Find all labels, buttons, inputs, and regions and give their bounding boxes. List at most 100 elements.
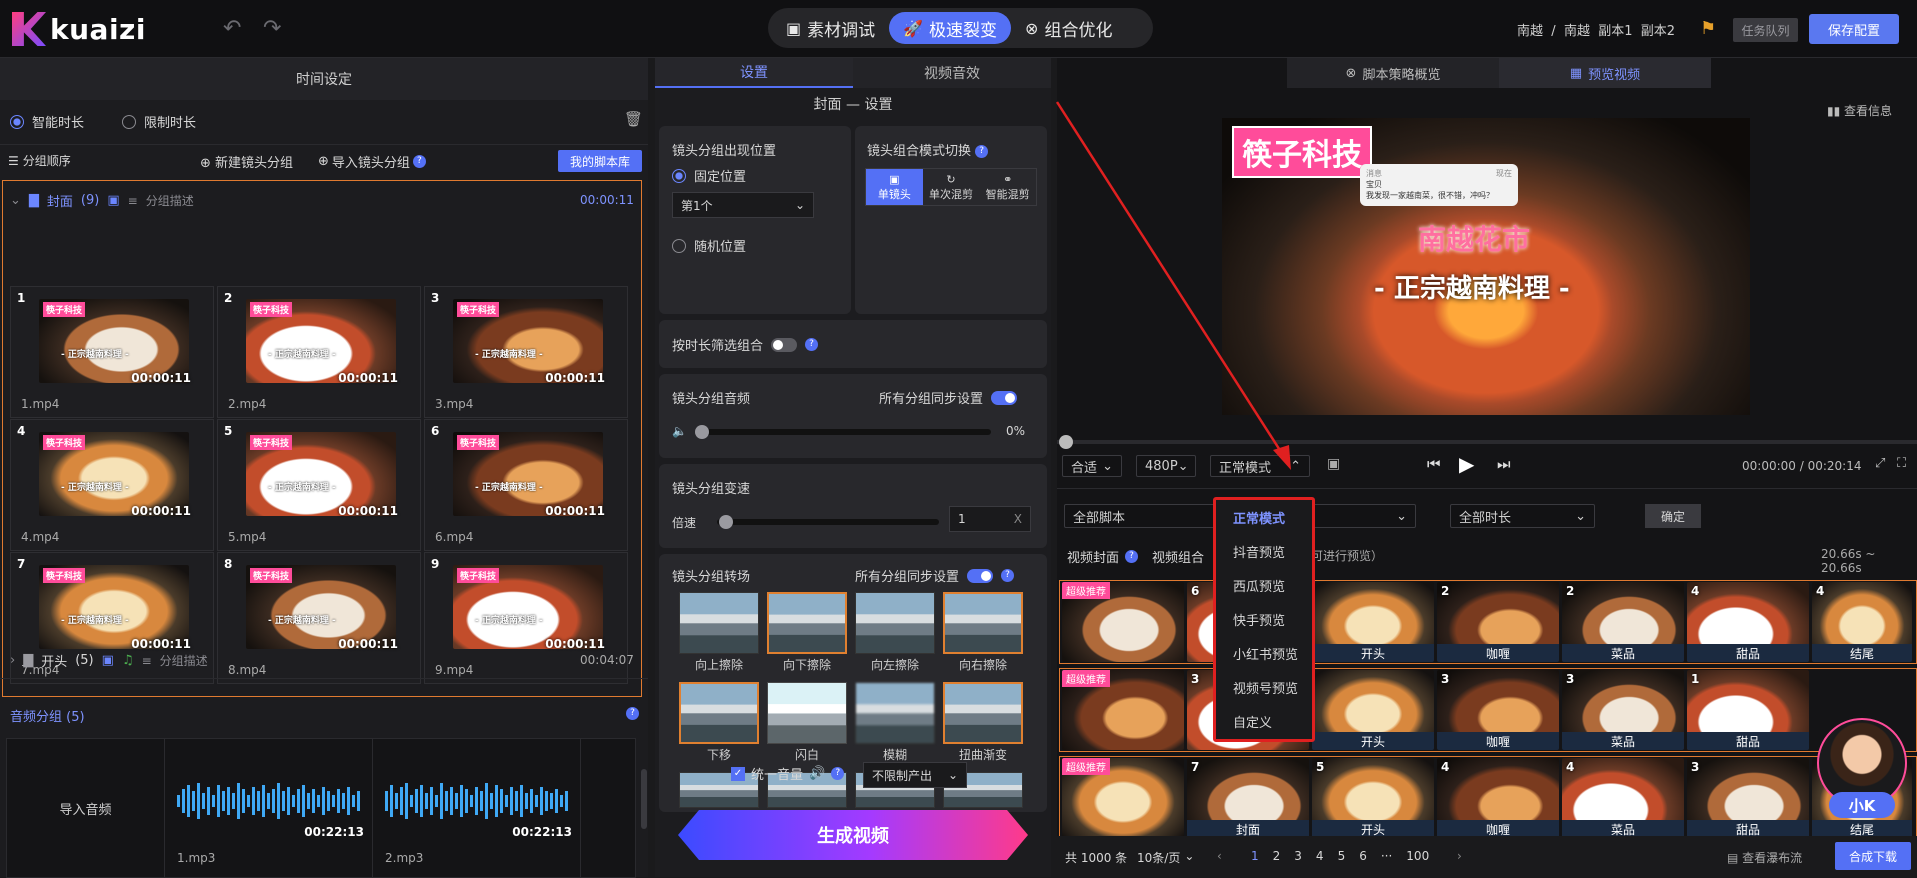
menu-item-normal[interactable]: 正常模式: [1216, 500, 1312, 534]
undo-icon[interactable]: ↶: [223, 16, 241, 41]
help-icon[interactable]: ?: [412, 155, 426, 168]
tab-settings[interactable]: 设置: [655, 58, 853, 88]
speed-knob[interactable]: [719, 515, 733, 529]
transition-sync-toggle[interactable]: [967, 568, 994, 583]
transition-thumb[interactable]: [679, 592, 759, 654]
menu-item-kuaishou[interactable]: 快手预览: [1216, 602, 1312, 636]
duration-filter-select[interactable]: 全部时长 ⌄: [1450, 504, 1595, 528]
menu-item-xigua[interactable]: 西瓜预览: [1216, 568, 1312, 602]
transition-thumb[interactable]: [855, 682, 935, 744]
assistant-avatar[interactable]: 小K: [1817, 718, 1907, 818]
transition-thumb[interactable]: [767, 592, 847, 654]
chevron-right-icon[interactable]: ›: [10, 653, 15, 668]
image-icon[interactable]: ▣: [102, 653, 114, 668]
help-icon[interactable]: ?: [1001, 569, 1015, 582]
next-page-icon[interactable]: ›: [1457, 849, 1462, 863]
position-select[interactable]: 第1个 ⌄: [672, 192, 814, 218]
opening-group-header[interactable]: › ▇ 开头 (5) ▣ ♫ ≡ 分组描述: [10, 651, 208, 670]
volume-slider[interactable]: [695, 425, 991, 439]
help-icon[interactable]: ?: [975, 145, 989, 158]
fullscreen-icon[interactable]: ⛶: [1897, 456, 1906, 471]
audio-help-icon[interactable]: ?: [626, 706, 639, 721]
clip-card[interactable]: 5 筷子科技 - 正宗越南料理 -00:00:11 5.mp4: [217, 419, 421, 551]
my-script-library-button[interactable]: 我的脚本库: [558, 150, 642, 172]
view-info-button[interactable]: ▮▮ 查看信息: [1827, 102, 1892, 119]
row-segment-thumb[interactable]: 4 结尾: [1812, 582, 1912, 662]
mode-material-debug[interactable]: ▣ 素材调试: [772, 12, 889, 44]
confirm-button[interactable]: 确定: [1645, 504, 1701, 528]
smart-mix-option[interactable]: ⚭ 智能混剪: [979, 169, 1036, 205]
row-segment-thumb[interactable]: 开头: [1312, 670, 1434, 750]
row-cover-thumb[interactable]: 超级推荐: [1062, 758, 1184, 838]
transition-thumb[interactable]: [679, 682, 759, 744]
tab-video-sfx[interactable]: 视频音效: [853, 58, 1051, 88]
row-segment-thumb[interactable]: 4 咖喱: [1437, 758, 1559, 838]
row-segment-thumb[interactable]: 3 甜品: [1687, 758, 1809, 838]
output-limit-select[interactable]: 不限制产出 ⌄: [863, 762, 967, 788]
row-segment-thumb[interactable]: 3 咖喱: [1437, 670, 1559, 750]
row-segment-thumb[interactable]: 3 菜品: [1562, 670, 1684, 750]
play-icon[interactable]: ▶: [1459, 452, 1474, 476]
audio-clip[interactable]: 00:22:13 1.mp3: [167, 739, 373, 877]
duration-filter-toggle[interactable]: [771, 337, 798, 352]
new-group-button[interactable]: ⊕ 新建镜头分组: [200, 152, 293, 171]
redo-icon[interactable]: ↷: [263, 16, 281, 41]
smart-duration-radio[interactable]: 智能时长: [10, 112, 84, 131]
image-icon[interactable]: ▣: [107, 193, 119, 208]
transition-thumb[interactable]: [943, 682, 1023, 744]
chevron-down-icon[interactable]: ⌄: [10, 193, 21, 208]
volume-knob[interactable]: [695, 425, 709, 439]
trash-icon[interactable]: 🗑: [624, 110, 643, 128]
transition-thumb[interactable]: [943, 592, 1023, 654]
help-icon[interactable]: ?: [831, 767, 845, 780]
row-cover-thumb[interactable]: 超级推荐: [1062, 582, 1184, 662]
prev-page-icon[interactable]: ‹: [1217, 849, 1222, 863]
import-audio-button[interactable]: 导入音频: [7, 739, 165, 877]
row-segment-thumb[interactable]: 4 菜品: [1562, 758, 1684, 838]
task-queue-button[interactable]: 任务队列: [1733, 18, 1798, 42]
page-size-select[interactable]: 10条/页 ⌄: [1137, 849, 1194, 866]
menu-item-douyin[interactable]: 抖音预览: [1216, 534, 1312, 568]
single-mix-option[interactable]: ↻ 单次混剪: [923, 169, 980, 205]
row-cover-thumb[interactable]: 超级推荐: [1062, 670, 1184, 750]
clip-card[interactable]: 4 筷子科技 - 正宗越南料理 -00:00:11 4.mp4: [10, 419, 214, 551]
transition-thumb[interactable]: [767, 682, 847, 744]
previous-icon[interactable]: ⏮: [1427, 455, 1441, 473]
help-icon[interactable]: ?: [805, 338, 819, 351]
fixed-position-radio[interactable]: 固定位置: [672, 166, 746, 185]
row-segment-thumb[interactable]: 1 甜品: [1687, 670, 1809, 750]
help-icon[interactable]: ?: [1125, 550, 1139, 563]
tab-preview-video[interactable]: ▦ 预览视频: [1499, 58, 1711, 88]
unify-volume-checkbox[interactable]: ✓ 统一音量 🔊 ?: [731, 764, 845, 783]
pin-icon[interactable]: ⚑: [1700, 18, 1716, 39]
next-icon[interactable]: ⏭: [1497, 455, 1511, 473]
clip-card[interactable]: 2 筷子科技 - 正宗越南料理 -00:00:11 2.mp4: [217, 286, 421, 418]
cover-group-header[interactable]: ⌄ ▇ 封面 (9) ▣ ≡ 分组描述: [10, 191, 194, 210]
image-icon[interactable]: ▣: [1327, 456, 1340, 472]
row-segment-thumb[interactable]: 2 咖喱: [1437, 582, 1559, 662]
menu-item-channels[interactable]: 视频号预览: [1216, 670, 1312, 704]
clip-card[interactable]: 6 筷子科技 - 正宗越南料理 -00:00:11 6.mp4: [424, 419, 628, 551]
random-position-radio[interactable]: 随机位置: [672, 236, 746, 255]
mode-combo-optimize[interactable]: ⊗ 组合优化: [1011, 12, 1126, 44]
clip-card[interactable]: 1 筷子科技 - 正宗越南料理 -00:00:11 1.mp4: [10, 286, 214, 418]
row-segment-thumb[interactable]: 4 甜品: [1687, 582, 1809, 662]
tab-script-overview[interactable]: ⊗ 脚本策略概览: [1287, 58, 1499, 88]
row-segment-thumb[interactable]: 2 菜品: [1562, 582, 1684, 662]
generate-video-button[interactable]: 生成视频: [667, 803, 1039, 867]
mode-fast-fission[interactable]: 🚀 极速裂变: [889, 12, 1012, 44]
brand-logo[interactable]: kuaizi: [12, 12, 146, 46]
transition-thumb[interactable]: [855, 592, 935, 654]
compose-download-button[interactable]: 合成下载: [1835, 842, 1911, 870]
expand-icon[interactable]: ⤢: [1875, 456, 1885, 471]
limit-duration-radio[interactable]: 限制时长: [122, 112, 196, 131]
menu-item-custom[interactable]: 自定义: [1216, 704, 1312, 738]
group-order-button[interactable]: ☰ 分组顺序: [8, 152, 71, 169]
waterfall-view-button[interactable]: ▤ 查看瀑布流: [1727, 849, 1802, 866]
row-segment-thumb[interactable]: 5 开头: [1312, 758, 1434, 838]
speed-input[interactable]: 1X: [949, 506, 1031, 532]
music-icon[interactable]: ♫: [122, 653, 134, 668]
row-segment-thumb[interactable]: 7 封面: [1187, 758, 1309, 838]
scrollbar[interactable]: [641, 769, 647, 829]
audio-clip[interactable]: 00:22:13 2.mp3: [375, 739, 581, 877]
